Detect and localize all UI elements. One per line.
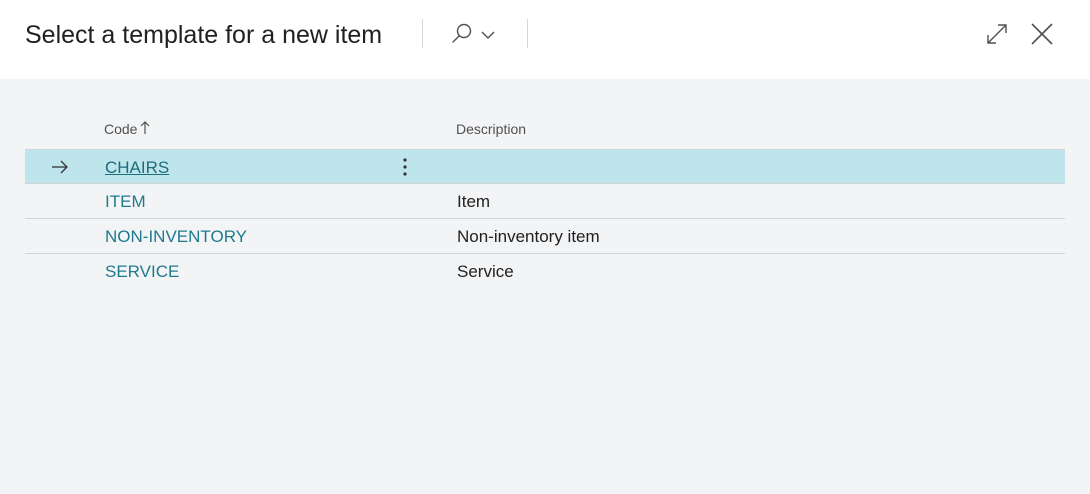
expand-button[interactable] [981,18,1013,50]
chevron-down-icon [481,31,495,39]
toolbar-divider [527,19,528,48]
table-row[interactable]: SERVICE Service [25,254,1065,289]
templates-table: CHAIRS ITEM Item NON-INVENTORY Non-inven… [25,149,1065,289]
template-selection-dialog: Select a template for a new item Code De… [0,0,1090,494]
expand-icon [987,24,1007,44]
row-code-link[interactable]: CHAIRS [105,158,169,178]
row-description: Non-inventory item [457,227,600,246]
row-code-link[interactable]: SERVICE [105,262,179,282]
table-row[interactable]: CHAIRS [25,149,1065,184]
row-description: Item [457,192,491,211]
table-row[interactable]: ITEM Item [25,184,1065,219]
column-header-description[interactable]: Description [456,119,526,139]
search-button[interactable] [446,18,502,50]
row-description: Service [457,262,514,281]
arrow-right-icon [52,160,68,174]
close-button[interactable] [1026,18,1058,50]
row-code-link[interactable]: ITEM [105,192,146,212]
search-icon [452,23,472,43]
sort-ascending-icon [140,119,150,140]
page-title: Select a template for a new item [25,21,383,49]
more-vertical-icon [403,158,407,176]
close-icon [1031,23,1053,45]
row-code-link[interactable]: NON-INVENTORY [105,227,247,247]
row-actions-menu-button[interactable] [395,155,415,179]
dialog-header: Select a template for a new item [0,0,1090,79]
column-header-code-label: Code [104,121,138,137]
column-header-code[interactable]: Code [104,119,150,140]
table-row[interactable]: NON-INVENTORY Non-inventory item [25,219,1065,254]
toolbar-divider [422,19,423,48]
